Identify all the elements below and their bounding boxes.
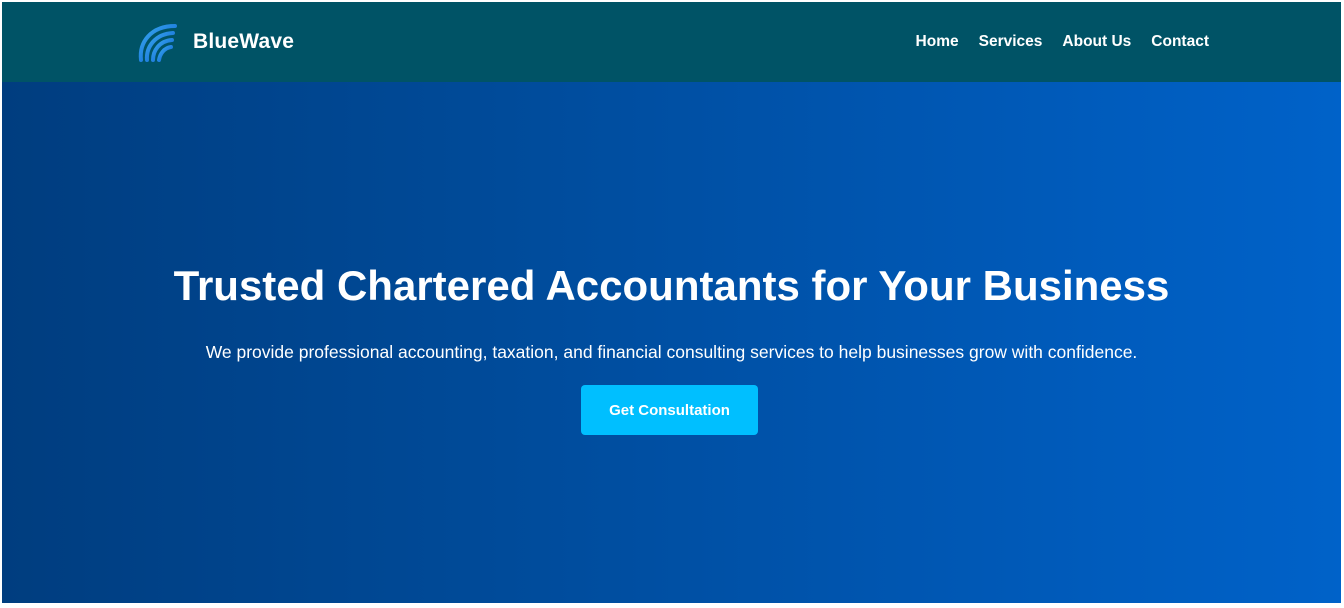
page-frame: BlueWave Home Services About Us Contact … [2, 2, 1341, 603]
nav-link-services[interactable]: Services [979, 33, 1043, 50]
brand-name: BlueWave [193, 30, 295, 53]
brand-home-link[interactable]: BlueWave [135, 20, 294, 64]
wave-logo-icon [138, 24, 177, 62]
hero-section: Trusted Chartered Accountants for Your B… [2, 82, 1341, 603]
nav-link-about-us[interactable]: About Us [1062, 33, 1131, 50]
hero-title: Trusted Chartered Accountants for Your B… [173, 262, 1170, 309]
hero-subtitle: We provide professional accounting, taxa… [205, 342, 1138, 362]
nav-menu: Home Services About Us Contact [916, 2, 1209, 82]
nav-link-contact[interactable]: Contact [1151, 33, 1209, 50]
navbar: BlueWave Home Services About Us Contact [2, 2, 1341, 82]
get-consultation-button[interactable]: Get Consultation [581, 385, 758, 435]
nav-link-home[interactable]: Home [916, 33, 959, 50]
